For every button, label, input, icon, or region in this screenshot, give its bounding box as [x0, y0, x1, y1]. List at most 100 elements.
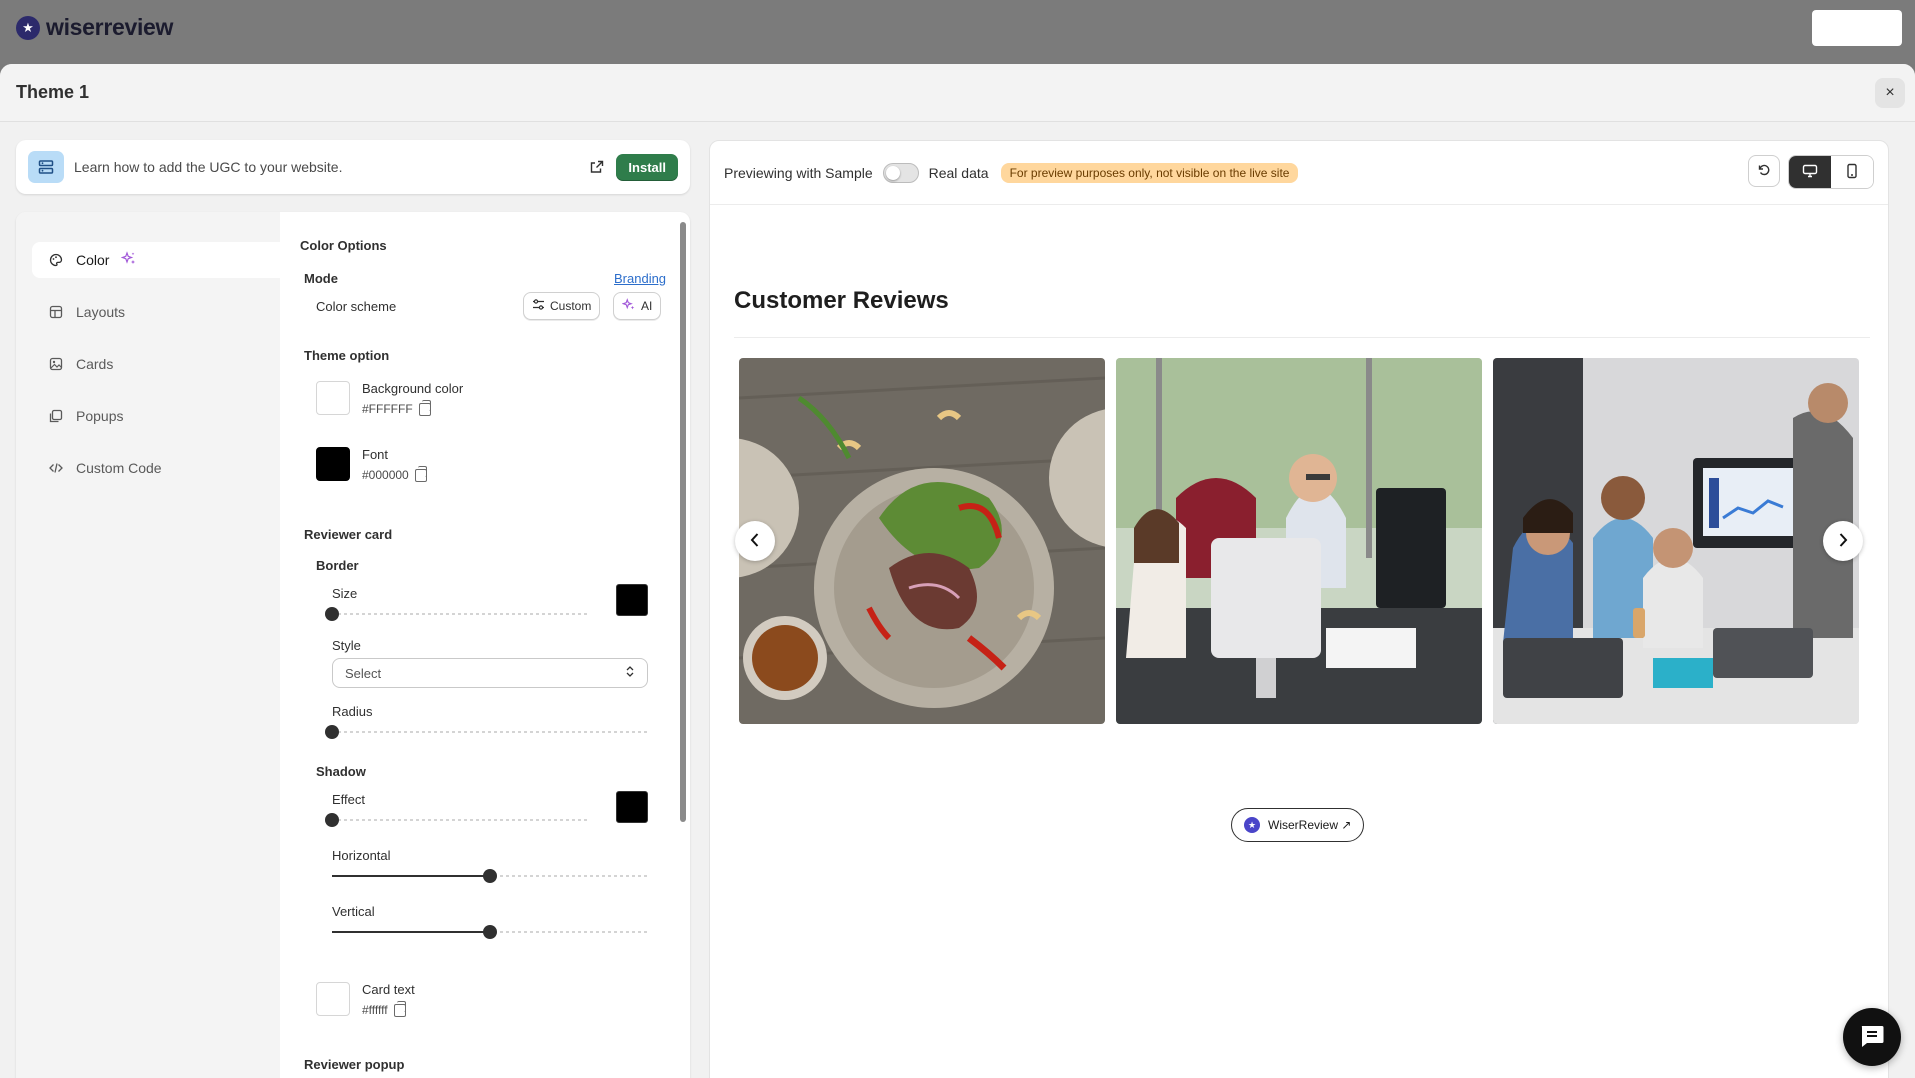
- app-top-bar: ★ wiserreview: [0, 0, 1915, 64]
- preview-toolbar: Previewing with Sample Real data For pre…: [710, 141, 1888, 205]
- theme-modal: Theme 1 × Learn how to add the UGC to yo…: [0, 64, 1915, 1078]
- font-color-swatch[interactable]: [316, 447, 350, 481]
- nav-item-color[interactable]: Color: [32, 242, 280, 278]
- carousel-next-button[interactable]: [1823, 521, 1863, 561]
- preview-actions: [1748, 155, 1874, 189]
- font-color-label: Font: [362, 447, 389, 462]
- ai-scheme-button[interactable]: AI: [613, 292, 662, 320]
- ai-sparkle-icon: [621, 297, 636, 315]
- card-text-swatch[interactable]: [316, 982, 350, 1016]
- horizontal-label: Horizontal: [332, 848, 391, 863]
- ugc-icon: [28, 151, 64, 183]
- branding-link[interactable]: Branding: [614, 271, 666, 286]
- modal-title: Theme 1: [16, 82, 90, 102]
- code-icon: [48, 460, 64, 476]
- meeting-presentation-photo[interactable]: [1493, 358, 1859, 724]
- nav-item-custom-code[interactable]: Custom Code: [32, 450, 280, 486]
- size-slider-thumb[interactable]: [325, 607, 339, 621]
- nav-label-popups: Popups: [76, 408, 124, 424]
- style-select-value: Select: [345, 665, 382, 681]
- font-color-hex: #000000: [362, 468, 409, 482]
- card-text-hex: #ffffff: [362, 1003, 388, 1017]
- top-right-button[interactable]: [1812, 10, 1902, 46]
- ai-sparkle-icon: [121, 250, 137, 270]
- effect-label: Effect: [332, 792, 366, 807]
- vertical-slider[interactable]: [332, 925, 648, 939]
- wiserreview-badge-label: WiserReview ↗: [1268, 818, 1352, 832]
- card-text-label: Card text: [362, 982, 415, 997]
- background-color-hex-row: #FFFFFF: [362, 399, 431, 416]
- close-button[interactable]: ×: [1875, 78, 1905, 108]
- device-toggle: [1788, 155, 1874, 189]
- shadow-label: Shadow: [316, 764, 366, 779]
- card-text-hex-row: #ffffff: [362, 1000, 406, 1017]
- horizontal-slider[interactable]: [332, 869, 648, 883]
- background-color-hex: #FFFFFF: [362, 402, 413, 416]
- copy-icon[interactable]: [393, 1000, 406, 1017]
- reviewer-popup-label: Reviewer popup: [304, 1057, 405, 1072]
- copy-icon[interactable]: [414, 465, 427, 482]
- mobile-view-button[interactable]: [1831, 156, 1873, 188]
- custom-scheme-button[interactable]: Custom: [523, 292, 601, 320]
- shadow-color-swatch[interactable]: [616, 791, 648, 823]
- food-bowl-photo[interactable]: [739, 358, 1105, 724]
- border-style-select[interactable]: Select: [332, 658, 648, 688]
- install-button[interactable]: Install: [616, 153, 678, 181]
- popup-icon: [48, 408, 64, 424]
- chevron-left-icon: [749, 532, 761, 551]
- sliders-icon: [532, 299, 545, 313]
- nav-item-layouts[interactable]: Layouts: [32, 294, 280, 330]
- wiserreview-badge[interactable]: ★ WiserReview ↗: [1231, 808, 1365, 842]
- background-color-label: Background color: [362, 381, 464, 396]
- reviews-divider: [734, 337, 1870, 338]
- font-color-hex-row: #000000: [362, 465, 427, 482]
- horizontal-slider-thumb[interactable]: [483, 869, 497, 883]
- nav-label-cards: Cards: [76, 356, 114, 372]
- background-color-swatch[interactable]: [316, 381, 350, 415]
- reset-button[interactable]: [1748, 155, 1780, 187]
- effect-slider-thumb[interactable]: [325, 813, 339, 827]
- select-chevron-icon: [625, 665, 635, 681]
- section-title: Color Options: [300, 238, 387, 253]
- nav-item-popups[interactable]: Popups: [32, 398, 280, 434]
- nav-label-custom-code: Custom Code: [76, 460, 162, 476]
- learn-banner: Learn how to add the UGC to your website…: [16, 140, 690, 194]
- undo-icon: [1757, 163, 1771, 180]
- real-data-label: Real data: [928, 164, 989, 181]
- external-link-icon[interactable]: [586, 156, 608, 178]
- custom-label: Custom: [550, 299, 592, 313]
- effect-slider[interactable]: [325, 813, 588, 827]
- brand-logo-icon: ★: [16, 15, 40, 40]
- color-scheme-label: Color scheme: [316, 299, 397, 314]
- learn-text: Learn how to add the UGC to your website…: [74, 159, 343, 175]
- border-color-swatch[interactable]: [616, 584, 648, 616]
- radius-label: Radius: [332, 704, 373, 719]
- size-slider[interactable]: [325, 607, 588, 621]
- nav-label-layouts: Layouts: [76, 304, 126, 320]
- cards-icon: [48, 356, 64, 372]
- real-data-toggle[interactable]: [882, 162, 919, 183]
- reviews-title: Customer Reviews: [734, 287, 949, 314]
- brand[interactable]: ★ wiserreview: [16, 14, 173, 41]
- carousel-prev-button[interactable]: [735, 521, 775, 561]
- brand-name: wiserreview: [46, 14, 174, 40]
- chat-button[interactable]: [1843, 1008, 1901, 1066]
- vertical-slider-thumb[interactable]: [483, 925, 497, 939]
- copy-icon[interactable]: [418, 399, 431, 416]
- settings-card: Color Layouts Cards Popups Custom Code C…: [16, 212, 690, 1078]
- color-options-panel: Color Options Mode Branding Color scheme…: [280, 212, 690, 1078]
- radius-slider[interactable]: [325, 725, 648, 739]
- chat-icon: [1859, 1024, 1885, 1051]
- panel-scrollbar[interactable]: [680, 222, 686, 822]
- nav-item-cards[interactable]: Cards: [32, 346, 280, 382]
- sample-label: Previewing with Sample: [724, 164, 873, 181]
- desktop-view-button[interactable]: [1789, 156, 1831, 188]
- border-label: Border: [316, 558, 359, 573]
- theme-option-label: Theme option: [304, 348, 390, 363]
- reviewer-card-label: Reviewer card: [304, 527, 393, 542]
- radius-slider-thumb[interactable]: [325, 725, 339, 739]
- modal-header: Theme 1: [0, 64, 1915, 122]
- style-label: Style: [332, 638, 361, 653]
- office-computer-photo[interactable]: [1116, 358, 1482, 724]
- settings-nav: Color Layouts Cards Popups Custom Code: [16, 212, 280, 1078]
